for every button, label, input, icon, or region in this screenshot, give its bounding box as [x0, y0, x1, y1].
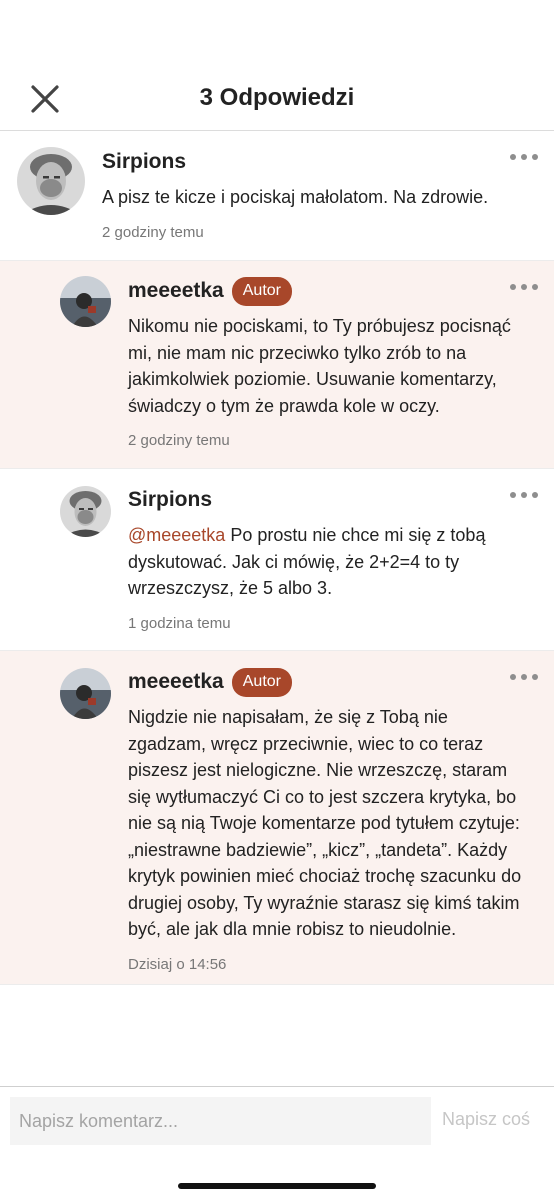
comment-text: @meeeetka Po prostu nie chce mi się z to… — [128, 522, 526, 602]
author-badge: Autor — [231, 667, 292, 697]
name-row: meeeetka Autor — [128, 276, 526, 306]
name-row: meeeetka Autor — [128, 667, 526, 697]
send-button[interactable]: Napisz coś — [442, 1109, 530, 1130]
comment-thread: Sirpions A pisz te kicze i pociskaj mało… — [0, 131, 554, 985]
reply-comment: Sirpions @meeeetka Po prostu nie chce mi… — [0, 469, 554, 651]
avatar[interactable] — [17, 147, 85, 215]
name-row: Sirpions — [128, 486, 526, 514]
page-title: 3 Odpowiedzi — [199, 84, 355, 111]
more-options-icon[interactable] — [510, 283, 538, 291]
author-name[interactable]: Sirpions — [102, 150, 186, 174]
comment-body: Sirpions @meeeetka Po prostu nie chce mi… — [128, 486, 526, 632]
reply-comment: meeeetka Autor Nikomu nie pociskami, to … — [0, 261, 554, 469]
more-options-icon[interactable] — [510, 153, 538, 161]
avatar[interactable] — [60, 486, 111, 537]
comment-timestamp: Dzisiaj o 14:56 — [128, 955, 227, 973]
author-name[interactable]: Sirpions — [128, 488, 212, 512]
header: 3 Odpowiedzi — [0, 0, 554, 131]
comment-body: meeeetka Autor Nigdzie nie napisałam, że… — [128, 667, 526, 973]
more-options-icon[interactable] — [510, 491, 538, 499]
home-indicator — [178, 1183, 376, 1189]
more-options-icon[interactable] — [510, 673, 538, 681]
comment-text: Nigdzie nie napisałam, że się z Tobą nie… — [128, 707, 522, 939]
comment-text: Nikomu nie pociskami, to Ty próbujesz po… — [128, 316, 511, 416]
author-badge: Autor — [231, 276, 292, 306]
avatar[interactable] — [60, 668, 111, 719]
comment-timestamp: 2 godziny temu — [128, 432, 230, 449]
author-name[interactable]: meeeetka — [128, 279, 224, 303]
comment-body: meeeetka Autor Nikomu nie pociskami, to … — [128, 276, 526, 449]
mention-link[interactable]: @meeeetka — [128, 525, 225, 545]
comment-composer: Napisz coś — [0, 1086, 554, 1200]
comment-text: A pisz te kicze i pociskaj małolatom. Na… — [102, 187, 489, 207]
parent-comment: Sirpions A pisz te kicze i pociskaj mało… — [0, 131, 554, 261]
comment-body: Sirpions A pisz te kicze i pociskaj mało… — [102, 148, 526, 241]
avatar[interactable] — [60, 276, 111, 327]
comment-timestamp: 1 godzina temu — [128, 614, 231, 632]
comment-input[interactable] — [10, 1097, 431, 1145]
comment-timestamp: 2 godziny temu — [102, 223, 204, 241]
author-name[interactable]: meeeetka — [128, 670, 224, 694]
name-row: Sirpions — [102, 148, 526, 176]
reply-comment: meeeetka Autor Nigdzie nie napisałam, że… — [0, 651, 554, 985]
